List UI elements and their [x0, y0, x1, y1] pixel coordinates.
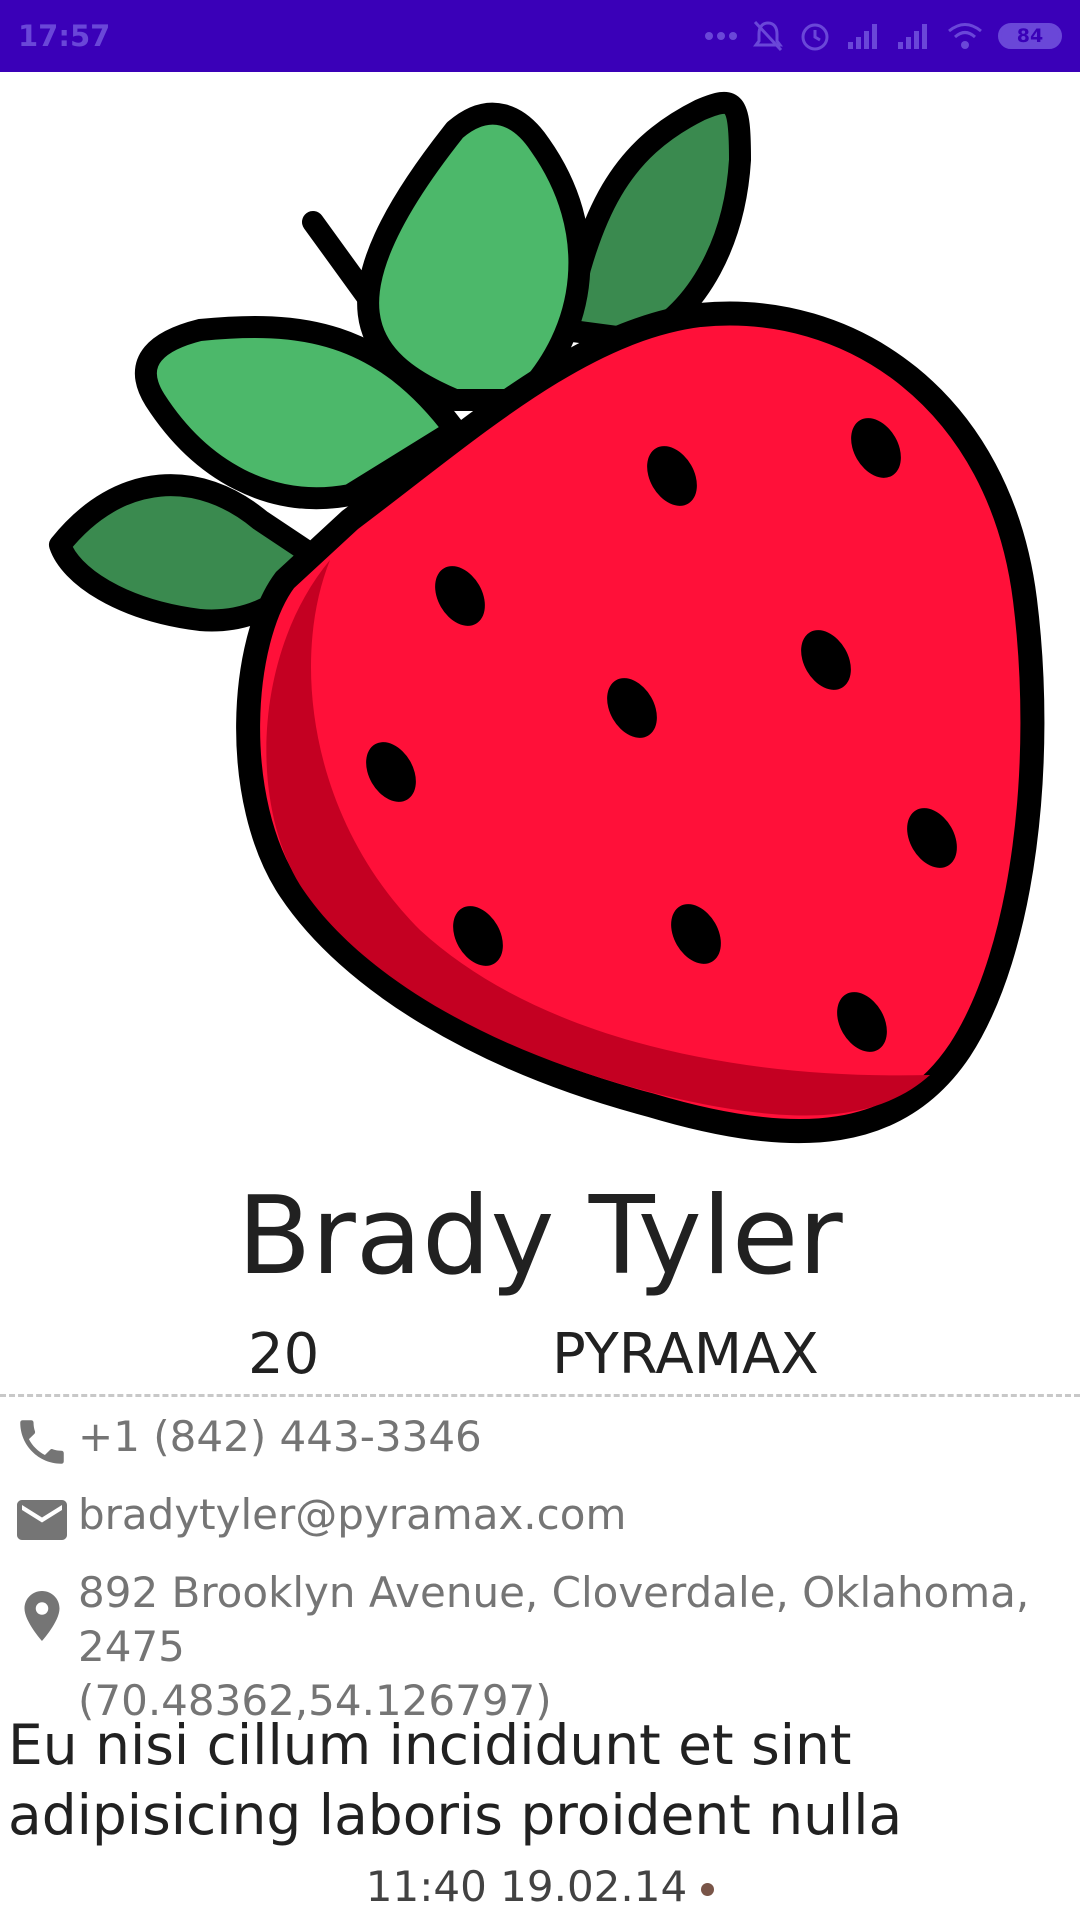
email-icon	[10, 1488, 74, 1552]
address-row[interactable]: 892 Brooklyn Avenue, Cloverdale, Oklahom…	[10, 1566, 1080, 1728]
status-time: 17:57	[18, 19, 111, 53]
profile-company: PYRAMAX	[552, 1322, 819, 1387]
registered-date: 11:40 19.02.14	[365, 1862, 688, 1911]
address-text: 892 Brooklyn Avenue, Cloverdale, Oklahom…	[78, 1566, 1080, 1728]
about-line: Eu nisi cillum incididunt et sint	[8, 1713, 852, 1777]
status-dot	[701, 1883, 715, 1896]
battery-icon: 84	[998, 23, 1062, 49]
address-line: 892 Brooklyn Avenue, Cloverdale, Oklahom…	[78, 1568, 1030, 1671]
signal-icon	[848, 24, 877, 49]
alarm-icon	[801, 23, 829, 51]
registered-row: 11:40 19.02.14	[0, 1862, 1080, 1911]
strawberry-icon	[49, 91, 1045, 1143]
wifi-icon	[948, 23, 982, 49]
email-text: bradytyler@pyramax.com	[78, 1490, 627, 1539]
signal-icon	[898, 24, 927, 49]
location-pin-icon	[10, 1566, 74, 1666]
divider	[0, 1394, 1080, 1397]
status-bar: 17:57 84	[0, 0, 1080, 72]
status-icons: 84	[704, 19, 1062, 53]
phone-text: +1 (842) 443-3346	[78, 1412, 482, 1461]
phone-icon	[10, 1410, 74, 1474]
more-dots-icon	[705, 32, 737, 40]
mute-bell-icon	[753, 20, 783, 52]
profile-age: 20	[248, 1322, 320, 1387]
phone-row[interactable]: +1 (842) 443-3346	[10, 1410, 482, 1474]
profile-image	[0, 72, 1080, 1162]
about-line: adipisicing laboris proident nulla	[8, 1783, 903, 1847]
profile-name: Brady Tyler	[237, 1174, 843, 1299]
email-row[interactable]: bradytyler@pyramax.com	[10, 1488, 626, 1552]
about-text: Eu nisi cillum incididunt et sint adipis…	[8, 1710, 1072, 1850]
